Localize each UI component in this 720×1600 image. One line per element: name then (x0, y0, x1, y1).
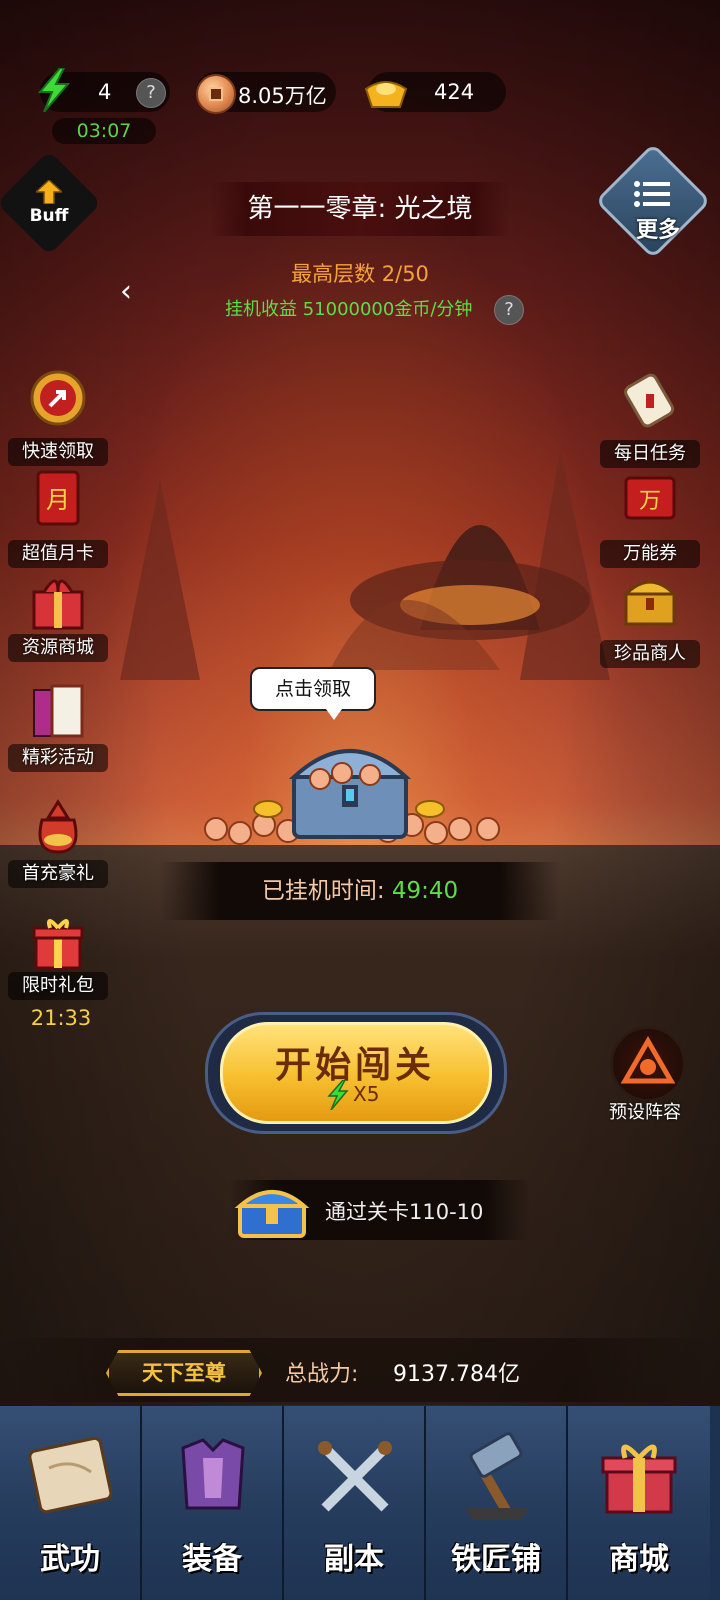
monthly-card-label: 超值月卡 (8, 540, 108, 568)
quick-claim-label: 快速领取 (8, 438, 108, 466)
treasure-chest-icon (234, 1190, 310, 1238)
limited-pack-button[interactable]: 限时礼包 (8, 910, 108, 1000)
first-recharge-label: 首充豪礼 (8, 860, 108, 888)
universal-ticket-button[interactable]: 万 万能券 (600, 468, 700, 568)
scroll-book-icon (33, 684, 84, 738)
idle-income: 挂机收益 51000000金币/分钟 (225, 299, 473, 320)
svg-text:月: 月 (46, 486, 70, 514)
idle-time-bar: 已挂机时间: 49:40 (160, 862, 560, 920)
start-cost-value: X5 (353, 1082, 380, 1106)
formation-emblem (610, 1026, 686, 1102)
idle-time-value: 49:40 (391, 878, 459, 904)
scroll-icon (28, 1436, 113, 1514)
income-help-button[interactable]: ? (494, 295, 524, 325)
arrow-up-icon (36, 180, 62, 204)
svg-text:万: 万 (639, 489, 661, 514)
nav-equipment-label: 装备 (182, 1542, 242, 1577)
buff-label: Buff (29, 206, 69, 226)
start-cost: X5 (325, 1080, 405, 1110)
gold-value: 424 (434, 80, 475, 104)
ticket-icon: 万 (624, 476, 676, 520)
nav-blacksmith-label: 铁匠铺 (451, 1542, 541, 1577)
universal-ticket-label: 万能券 (600, 540, 700, 568)
money-bag-icon (38, 799, 78, 854)
energy-help-button[interactable]: ? (136, 78, 166, 108)
coin-value: 8.05万亿 (238, 84, 327, 108)
energy-counter[interactable]: 4 ? (37, 68, 170, 112)
preset-formation-button[interactable]: 预设阵容 (600, 1026, 690, 1123)
lightning-icon (327, 1080, 349, 1110)
quick-claim-icon (30, 370, 86, 426)
energy-value: 4 (98, 80, 112, 104)
hammer-icon (465, 1432, 529, 1520)
daily-tasks-label: 每日任务 (600, 440, 700, 468)
scroll-icon (624, 373, 675, 428)
claim-bubble[interactable]: 点击领取 (250, 667, 376, 720)
nav-dungeon[interactable]: 副本 (284, 1406, 426, 1600)
total-power-label: 总战力: (285, 1362, 359, 1387)
coin-counter[interactable]: 8.05万亿 (196, 72, 336, 114)
events-button[interactable]: 精彩活动 (8, 680, 108, 772)
menu-icon (634, 181, 670, 207)
nav-shop[interactable]: 商城 (568, 1406, 710, 1600)
stage-reward-text: 通过关卡110-10 (325, 1200, 484, 1224)
armor-icon (181, 1438, 245, 1510)
rank-badge[interactable]: 天下至尊 (106, 1350, 262, 1396)
treasure-merchant-button[interactable]: 珍品商人 (600, 568, 700, 668)
nav-martial-arts[interactable]: 武功 (0, 1406, 142, 1600)
nav-equipment[interactable]: 装备 (142, 1406, 284, 1600)
resource-shop-button[interactable]: 资源商城 (8, 570, 108, 662)
nav-martial-arts-label: 武功 (40, 1542, 100, 1577)
quick-claim-button[interactable]: 快速领取 (8, 366, 108, 466)
treasure-merchant-label: 珍品商人 (600, 640, 700, 668)
lightning-icon (37, 68, 71, 112)
more-label: 更多 (635, 218, 680, 243)
gold-ingot-icon (364, 81, 408, 108)
first-recharge-button[interactable]: 首充豪礼 (8, 792, 108, 888)
monthly-card-button[interactable]: 月 超值月卡 (8, 468, 108, 568)
limited-pack-timer: 21:33 (30, 1006, 92, 1030)
monthly-card-icon: 月 (36, 470, 80, 526)
gift-box-icon (32, 579, 84, 630)
events-label: 精彩活动 (8, 744, 108, 772)
copper-coin-icon (196, 74, 236, 114)
nav-dungeon-label: 副本 (324, 1542, 384, 1577)
nav-blacksmith[interactable]: 铁匠铺 (426, 1406, 568, 1600)
idle-reward-chest[interactable] (280, 725, 420, 845)
max-floor: 最高层数 2/50 (291, 262, 429, 286)
chapter-title: 第一一零章: 光之境 (210, 182, 510, 236)
idle-time-label: 已挂机时间: (261, 878, 385, 904)
crossed-swords-icon (318, 1441, 392, 1512)
energy-timer: 03:07 (52, 118, 156, 144)
formation-label: 预设阵容 (609, 1102, 681, 1123)
gift-box-icon (601, 1444, 677, 1514)
resource-shop-label: 资源商城 (8, 634, 108, 662)
bottom-nav: 武功 装备 副本 铁匠铺 商城 (0, 1406, 720, 1600)
limited-pack-label: 限时礼包 (8, 972, 108, 1000)
gold-counter[interactable]: 424 (364, 72, 506, 112)
gift-icon (32, 919, 84, 970)
nav-shop-label: 商城 (609, 1542, 669, 1577)
total-power-value: 9137.784亿 (393, 1362, 520, 1387)
daily-tasks-button[interactable]: 每日任务 (600, 368, 700, 468)
triangle-emblem-icon (620, 1035, 676, 1084)
treasure-chest-icon (622, 580, 678, 626)
